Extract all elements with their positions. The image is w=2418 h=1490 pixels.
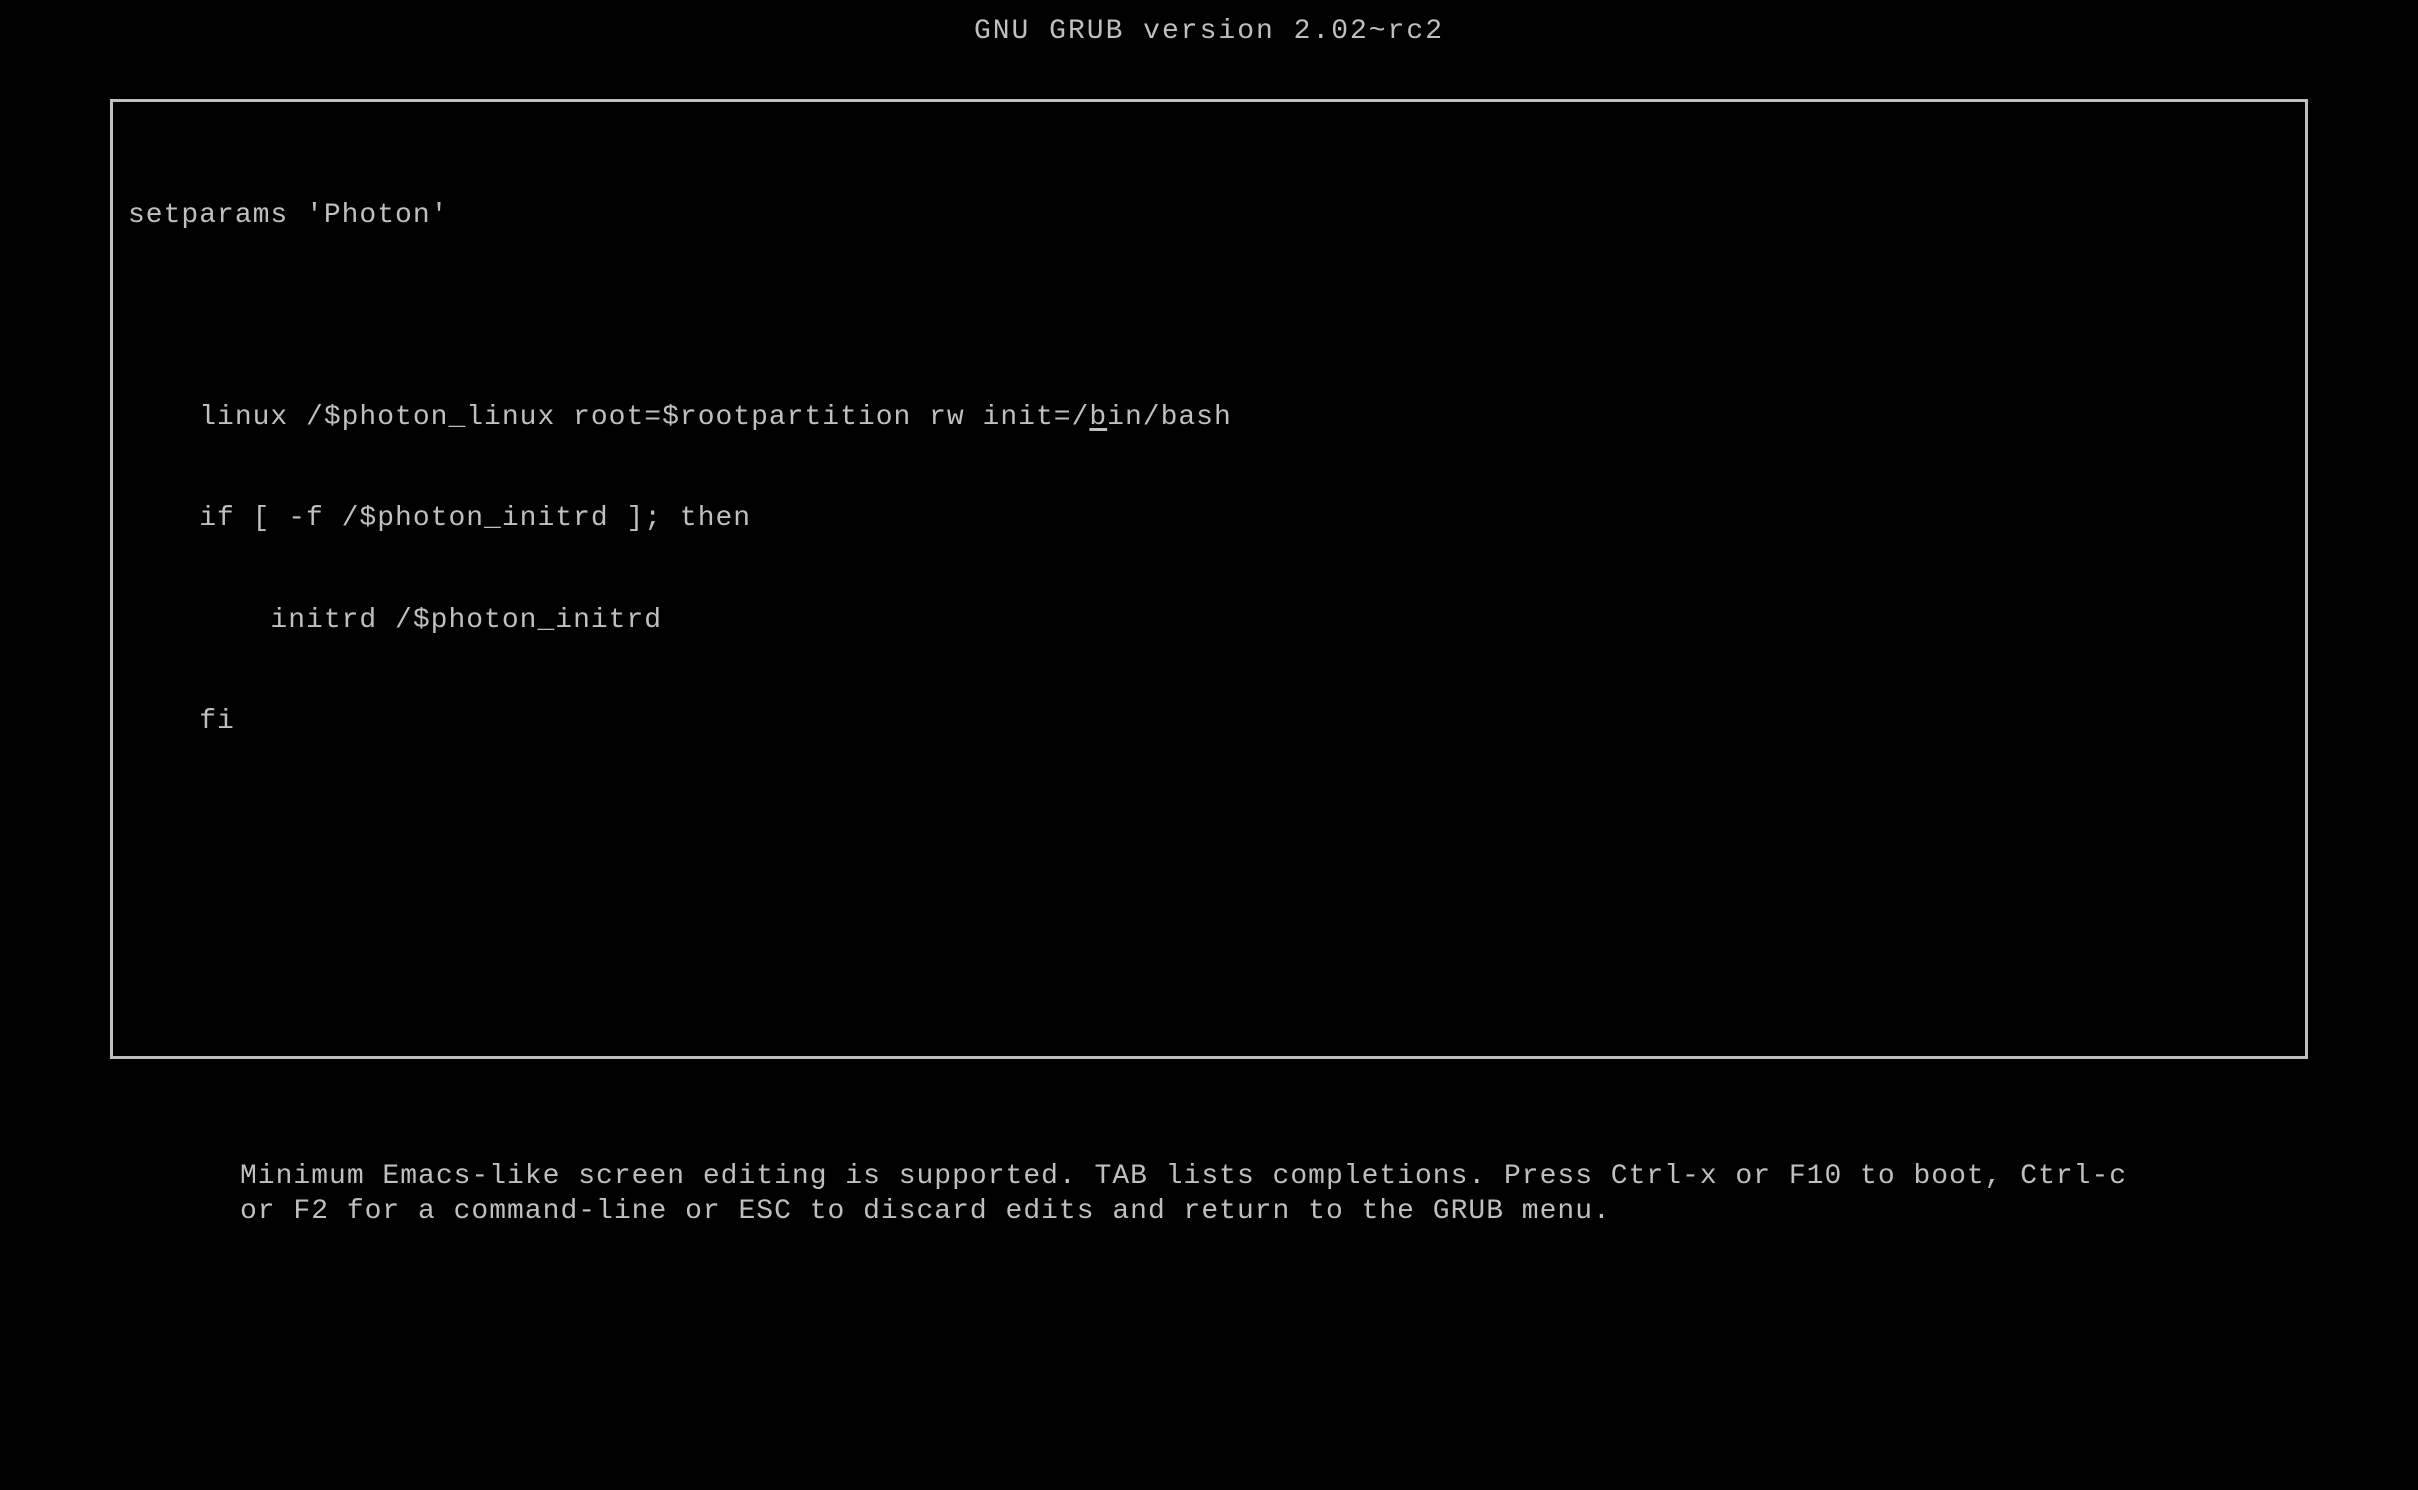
grub-editor-box[interactable]: setparams 'Photon' linux /$photon_linux … — [110, 99, 2308, 1059]
grub-header: GNU GRUB version 2.02~rc2 — [0, 0, 2418, 99]
grub-editor-content[interactable]: setparams 'Photon' linux /$photon_linux … — [128, 132, 2290, 806]
editor-text: setparams 'Photon' — [128, 200, 448, 231]
editor-text: linux /$photon_linux root=$rootpartition… — [128, 402, 1089, 433]
editor-line-2[interactable]: linux /$photon_linux root=$rootpartition… — [128, 401, 2290, 435]
editor-text: initrd /$photon_initrd — [128, 605, 662, 636]
editor-text: if [ -f /$photon_initrd ]; then — [128, 503, 751, 534]
editor-line-0[interactable]: setparams 'Photon' — [128, 199, 2290, 233]
help-content: Minimum Emacs-like screen editing is sup… — [240, 1161, 2127, 1227]
grub-title: GNU GRUB version 2.02~rc2 — [974, 16, 1444, 47]
editor-line-5[interactable]: fi — [128, 705, 2290, 739]
editor-text: fi — [128, 706, 235, 737]
editor-text: in/bash — [1107, 402, 1232, 433]
editor-line-4[interactable]: initrd /$photon_initrd — [128, 604, 2290, 638]
editor-cursor: b — [1089, 402, 1107, 433]
editor-line-1[interactable] — [128, 300, 2290, 334]
editor-line-3[interactable]: if [ -f /$photon_initrd ]; then — [128, 502, 2290, 536]
grub-help-text: Minimum Emacs-like screen editing is sup… — [240, 1159, 2178, 1229]
